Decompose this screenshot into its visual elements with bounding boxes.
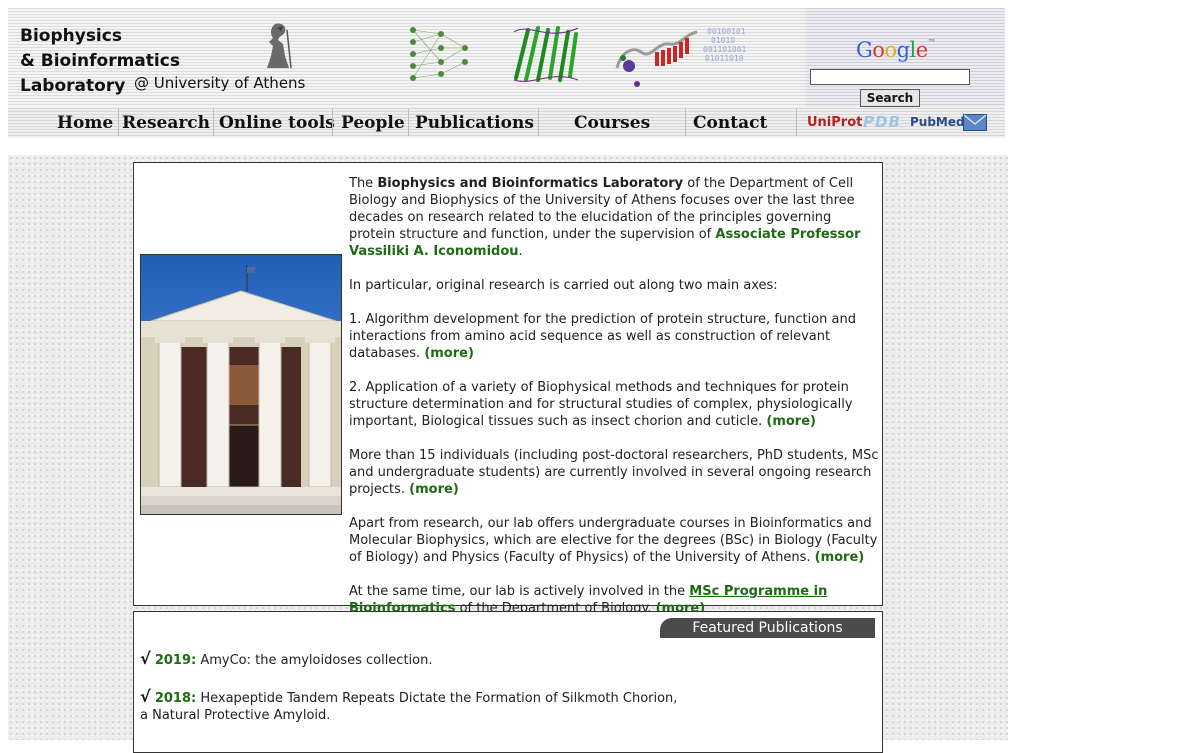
people-paragraph: More than 15 individuals (including post…: [349, 447, 879, 498]
nav-divider: [685, 109, 686, 136]
checkmark-icon: √: [140, 687, 151, 706]
axes-intro: In particular, original research is carr…: [349, 278, 778, 293]
more-link[interactable]: (more): [424, 346, 474, 361]
pdb-link[interactable]: PDB: [863, 113, 901, 131]
university-building-photo: [140, 254, 342, 515]
featured-publications-panel: Featured Publications √ 2019: AmyCo: the…: [133, 611, 883, 753]
nav-people[interactable]: People: [341, 113, 405, 133]
text-span: The: [349, 176, 378, 191]
nav-divider: [796, 109, 797, 136]
text-span: .: [518, 244, 523, 259]
uniprot-link[interactable]: UniProt: [807, 115, 862, 130]
nav-divider: [118, 109, 119, 136]
lab-name: Biophysics and Bioinformatics Laboratory: [377, 176, 684, 191]
nav-courses[interactable]: Courses: [574, 113, 650, 133]
lab-subtitle: @ University of Athens: [134, 74, 306, 92]
binary-text: 00100101 01010 001101001 01011010: [703, 27, 751, 63]
lab-title-line2: & Bioinformatics: [20, 51, 180, 71]
nav-online-tools[interactable]: Online tools: [219, 113, 335, 133]
publication-title: AmyCo: the amyloidoses collection.: [200, 653, 433, 668]
nav-research[interactable]: Research: [122, 113, 210, 133]
main-nav: Home Research Online tools People Public…: [8, 107, 1005, 138]
university-building-image: [141, 255, 341, 514]
intro-text: The Biophysics and Bioinformatics Labora…: [349, 175, 879, 634]
nav-publications[interactable]: Publications: [415, 113, 534, 133]
more-link[interactable]: (more): [409, 482, 459, 497]
page: Biophysics & Bioinformatics Laboratory @…: [0, 0, 1200, 753]
athena-statue-icon: [267, 23, 292, 69]
nav-divider: [332, 109, 333, 136]
nav-divider: [538, 109, 539, 136]
more-link[interactable]: (more): [815, 550, 865, 565]
search-button[interactable]: Search: [860, 89, 920, 107]
text-span: Apart from research, our lab offers unde…: [349, 516, 878, 565]
nav-divider: [408, 109, 409, 136]
nav-home[interactable]: Home: [57, 113, 113, 133]
neural-network-icon: [410, 27, 468, 81]
search-input[interactable]: [810, 69, 970, 85]
publication-item[interactable]: √ 2019: AmyCo: the amyloidoses collectio…: [140, 650, 433, 669]
axis-2-paragraph: 2. Application of a variety of Biophysic…: [349, 379, 879, 430]
intro-paragraph: The Biophysics and Bioinformatics Labora…: [349, 175, 879, 260]
featured-publications-header: Featured Publications: [660, 618, 875, 638]
publication-year: 2019:: [154, 653, 197, 668]
pubmed-link[interactable]: PubMed: [910, 115, 965, 129]
courses-paragraph: Apart from research, our lab offers unde…: [349, 515, 879, 566]
axis-1-paragraph: 1. Algorithm development for the predict…: [349, 311, 879, 362]
nav-divider: [213, 109, 214, 136]
publication-title: Hexapeptide Tandem Repeats Dictate the F…: [140, 691, 678, 723]
helix-binary-icon: 00100101 01010 001101001 01011010: [615, 27, 751, 87]
protein-structure-icon: [513, 26, 579, 82]
checkmark-icon: √: [140, 649, 151, 668]
publication-item[interactable]: √ 2018: Hexapeptide Tandem Repeats Dicta…: [140, 688, 680, 724]
google-logo: Google™: [856, 38, 936, 62]
intro-panel: The Biophysics and Bioinformatics Labora…: [133, 162, 883, 616]
publication-year: 2018:: [154, 691, 197, 706]
more-link[interactable]: (more): [766, 414, 816, 429]
header-banner: Biophysics & Bioinformatics Laboratory @…: [8, 8, 1005, 107]
lab-title-line1: Biophysics: [20, 26, 122, 46]
mail-icon[interactable]: [963, 114, 987, 131]
text-span: At the same time, our lab is actively in…: [349, 584, 690, 599]
nav-contact[interactable]: Contact: [693, 113, 767, 133]
